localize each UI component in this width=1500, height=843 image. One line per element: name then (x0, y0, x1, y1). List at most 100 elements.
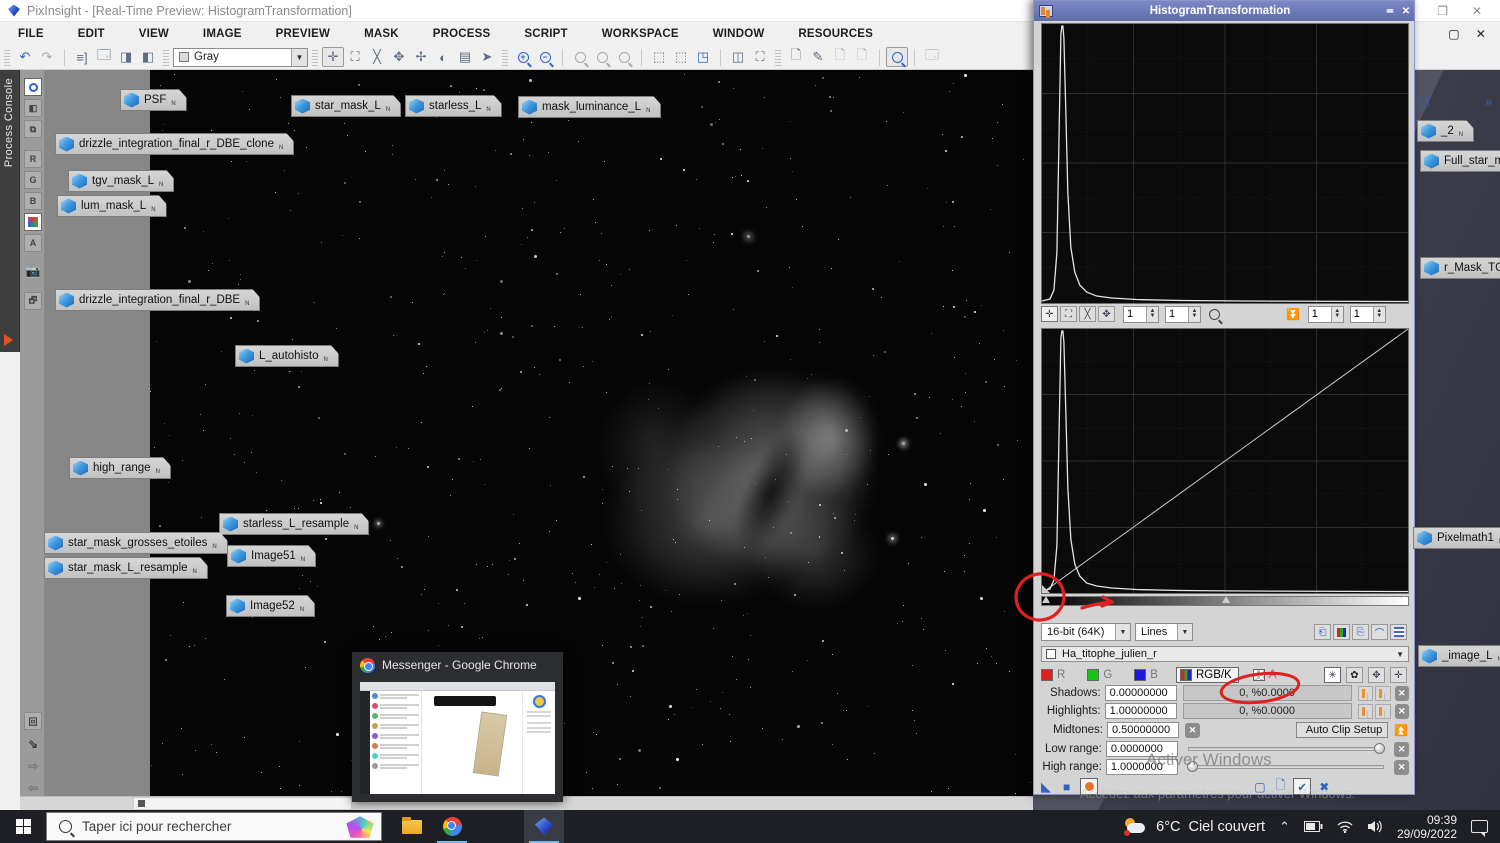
mask-toggle-icon[interactable]: ◧ (24, 99, 42, 117)
clone-image-icon[interactable]: ◧ (137, 47, 159, 67)
zoom-in-horz-icon[interactable]: ⛶ (1060, 306, 1077, 322)
iconized-image-tab[interactable]: Image52 N (226, 595, 315, 617)
zoom-out-icon[interactable]: − (534, 47, 556, 67)
transfer-function-plot[interactable] (1041, 328, 1409, 594)
forward-arrow-icon[interactable]: ⇨ (24, 757, 42, 775)
iconized-image-tab[interactable]: high_range N (69, 457, 171, 479)
iconized-image-tab[interactable]: Image51 N (227, 545, 316, 567)
menu-item-preview[interactable]: PREVIEW (276, 28, 330, 40)
shadows-clip-icon[interactable] (1358, 686, 1373, 701)
zoom-fit-window-icon[interactable] (591, 47, 613, 67)
redo-icon[interactable]: ↷ (36, 47, 58, 67)
menu-item-mask[interactable]: MASK (364, 28, 399, 40)
high-range-reset-icon[interactable]: ✕ (1394, 760, 1409, 775)
wifi-icon[interactable] (1337, 821, 1353, 833)
blue-channel-toggle[interactable]: B (1134, 669, 1158, 681)
messenger-thumbnail[interactable] (360, 682, 555, 794)
expand-panels-icon[interactable]: ⏬ (1286, 308, 1300, 321)
taskbar-preview-popup[interactable]: Messenger - Google Chrome (352, 652, 563, 802)
scroll-mode-icon[interactable]: ✢ (410, 47, 432, 67)
highlights-slider-marker[interactable] (1400, 596, 1408, 603)
edit-process-icon[interactable]: ✎ (807, 47, 829, 67)
new-image-icon[interactable]: 🗔 (93, 47, 115, 67)
menu-item-script[interactable]: SCRIPT (524, 28, 567, 40)
dialog-close-icon[interactable]: ✕ (1398, 6, 1414, 17)
toolbar-overflow-icon[interactable]: » (1485, 95, 1492, 109)
iconized-image-tab[interactable]: mask_luminance_L N (518, 96, 661, 118)
diagonal-arrow-icon[interactable]: ⇘ (24, 735, 42, 753)
menu-item-edit[interactable]: EDIT (78, 28, 105, 40)
output-zoom-x-spinner[interactable]: ▲▼ (1308, 306, 1344, 323)
close-window-icon[interactable]: ✕ (1472, 0, 1482, 22)
disable-stf-icon[interactable]: 🖵 (1412, 93, 1434, 113)
vertical-zoom-spinner[interactable]: ▲▼ (1165, 306, 1201, 323)
iconized-image-tab[interactable]: star_mask_L N (291, 95, 401, 117)
iconized-image-tab[interactable]: PSF N (120, 89, 187, 111)
layers-icon[interactable]: ⧉ (24, 120, 42, 138)
readout-mode-icon[interactable]: ✛ (1041, 306, 1058, 322)
horizontal-zoom-value[interactable] (1124, 308, 1146, 320)
mdi-close-icon[interactable]: ✕ (1476, 27, 1486, 41)
shadows-slider-marker[interactable] (1042, 596, 1050, 603)
output-zoom-y-value[interactable] (1351, 308, 1373, 320)
zoom-11-icon[interactable] (569, 47, 591, 67)
iconized-image-tab[interactable]: star_mask_grosses_etoiles N (44, 532, 228, 554)
iconized-image-tab[interactable]: lum_mask_L N (57, 195, 167, 217)
raise-dialog-icon[interactable]: ⏫ (1394, 724, 1408, 737)
realtime-preview-icon[interactable] (886, 47, 908, 67)
iconized-image-tab[interactable]: starless_L_resample N (219, 513, 369, 535)
curve-grid-icon[interactable]: ⌒ (1371, 624, 1388, 640)
process-explorer-icon[interactable]: 🗔 (921, 47, 943, 67)
file-explorer-taskbar-button[interactable] (392, 810, 432, 843)
menu-item-window[interactable]: WINDOW (713, 28, 765, 40)
cursor-arrow-icon[interactable]: ➤ (476, 47, 498, 67)
process-console-tab[interactable]: Process Console (0, 70, 20, 352)
start-button[interactable] (0, 810, 46, 843)
shadows-input[interactable] (1105, 685, 1177, 701)
highlights-input[interactable] (1105, 703, 1177, 719)
rgb-palette-icon[interactable] (24, 213, 42, 231)
preview-box-icon[interactable]: 回 (24, 712, 42, 730)
tray-chevron-icon[interactable]: ⌃ (1279, 819, 1290, 835)
dialog-titlebar[interactable]: HistogramTransformation ≖ ✕ (1034, 1, 1414, 21)
red-channel-toggle[interactable]: R (1041, 669, 1065, 681)
iconized-image-tab[interactable]: drizzle_integration_final_r_DBE_clone N (55, 133, 294, 155)
green-channel-icon[interactable]: G (24, 171, 42, 189)
crosshair-plus-icon[interactable]: ✛ (1390, 667, 1407, 683)
new-preview-mode-icon[interactable]: ⬚ (648, 47, 670, 67)
main-image-window[interactable] (150, 70, 1033, 796)
chevron-down-icon[interactable]: ▼ (1115, 624, 1130, 640)
highlights-clip-icon[interactable] (1358, 704, 1373, 719)
new-instance-icon[interactable] (24, 78, 42, 96)
vertical-zoom-value[interactable] (1166, 308, 1188, 320)
restore-window-icon[interactable]: ❐ (1437, 0, 1448, 22)
rgb-histogram-icon[interactable] (1333, 624, 1350, 640)
shade-icon[interactable]: ≖ (1382, 6, 1398, 17)
iconized-image-tab[interactable]: drizzle_integration_final_r_DBE N (55, 289, 260, 311)
view-selector[interactable]: Ha_titophe_julien_r ▼ (1041, 646, 1409, 662)
battery-icon[interactable] (1304, 821, 1323, 832)
zoom-fit-icon[interactable]: ⛶ (344, 47, 366, 67)
red-channel-icon[interactable]: R (24, 150, 42, 168)
auto-clip-setup-button[interactable]: Auto Clip Setup (1296, 722, 1388, 738)
shrink-view-icon[interactable]: ╳ (366, 47, 388, 67)
midtones-reset-icon[interactable]: ✕ (1185, 723, 1200, 738)
clone-process-icon[interactable]: 🗋 (851, 47, 873, 67)
alpha-channel-icon[interactable]: A (24, 234, 42, 252)
levels-gradient-bar[interactable] (1041, 596, 1409, 606)
pan-histogram-icon[interactable]: ✥ (1098, 306, 1115, 322)
mdi-maximize-icon[interactable]: ▢ (1448, 27, 1460, 41)
low-range-reset-icon[interactable]: ✕ (1394, 742, 1409, 757)
output-zoom-x-value[interactable] (1309, 308, 1331, 320)
center-view-icon[interactable]: ✥ (388, 47, 410, 67)
browse-process-icon[interactable]: 🗋 (829, 47, 851, 67)
shadows-reset-icon[interactable]: ✕ (1395, 686, 1409, 701)
screenshot-camera-icon[interactable]: 📷 (24, 262, 42, 280)
cascade-windows-icon[interactable]: 🗗 (24, 292, 42, 310)
iconized-image-tab[interactable]: Full_star_mask N (1420, 150, 1500, 172)
midtones-input[interactable] (1107, 722, 1179, 738)
undo-icon[interactable]: ↶ (14, 47, 36, 67)
track-view-icon[interactable]: ✥ (1368, 667, 1385, 683)
edit-script-icon[interactable]: ≡] (71, 47, 93, 67)
menu-item-file[interactable]: FILE (18, 28, 44, 40)
